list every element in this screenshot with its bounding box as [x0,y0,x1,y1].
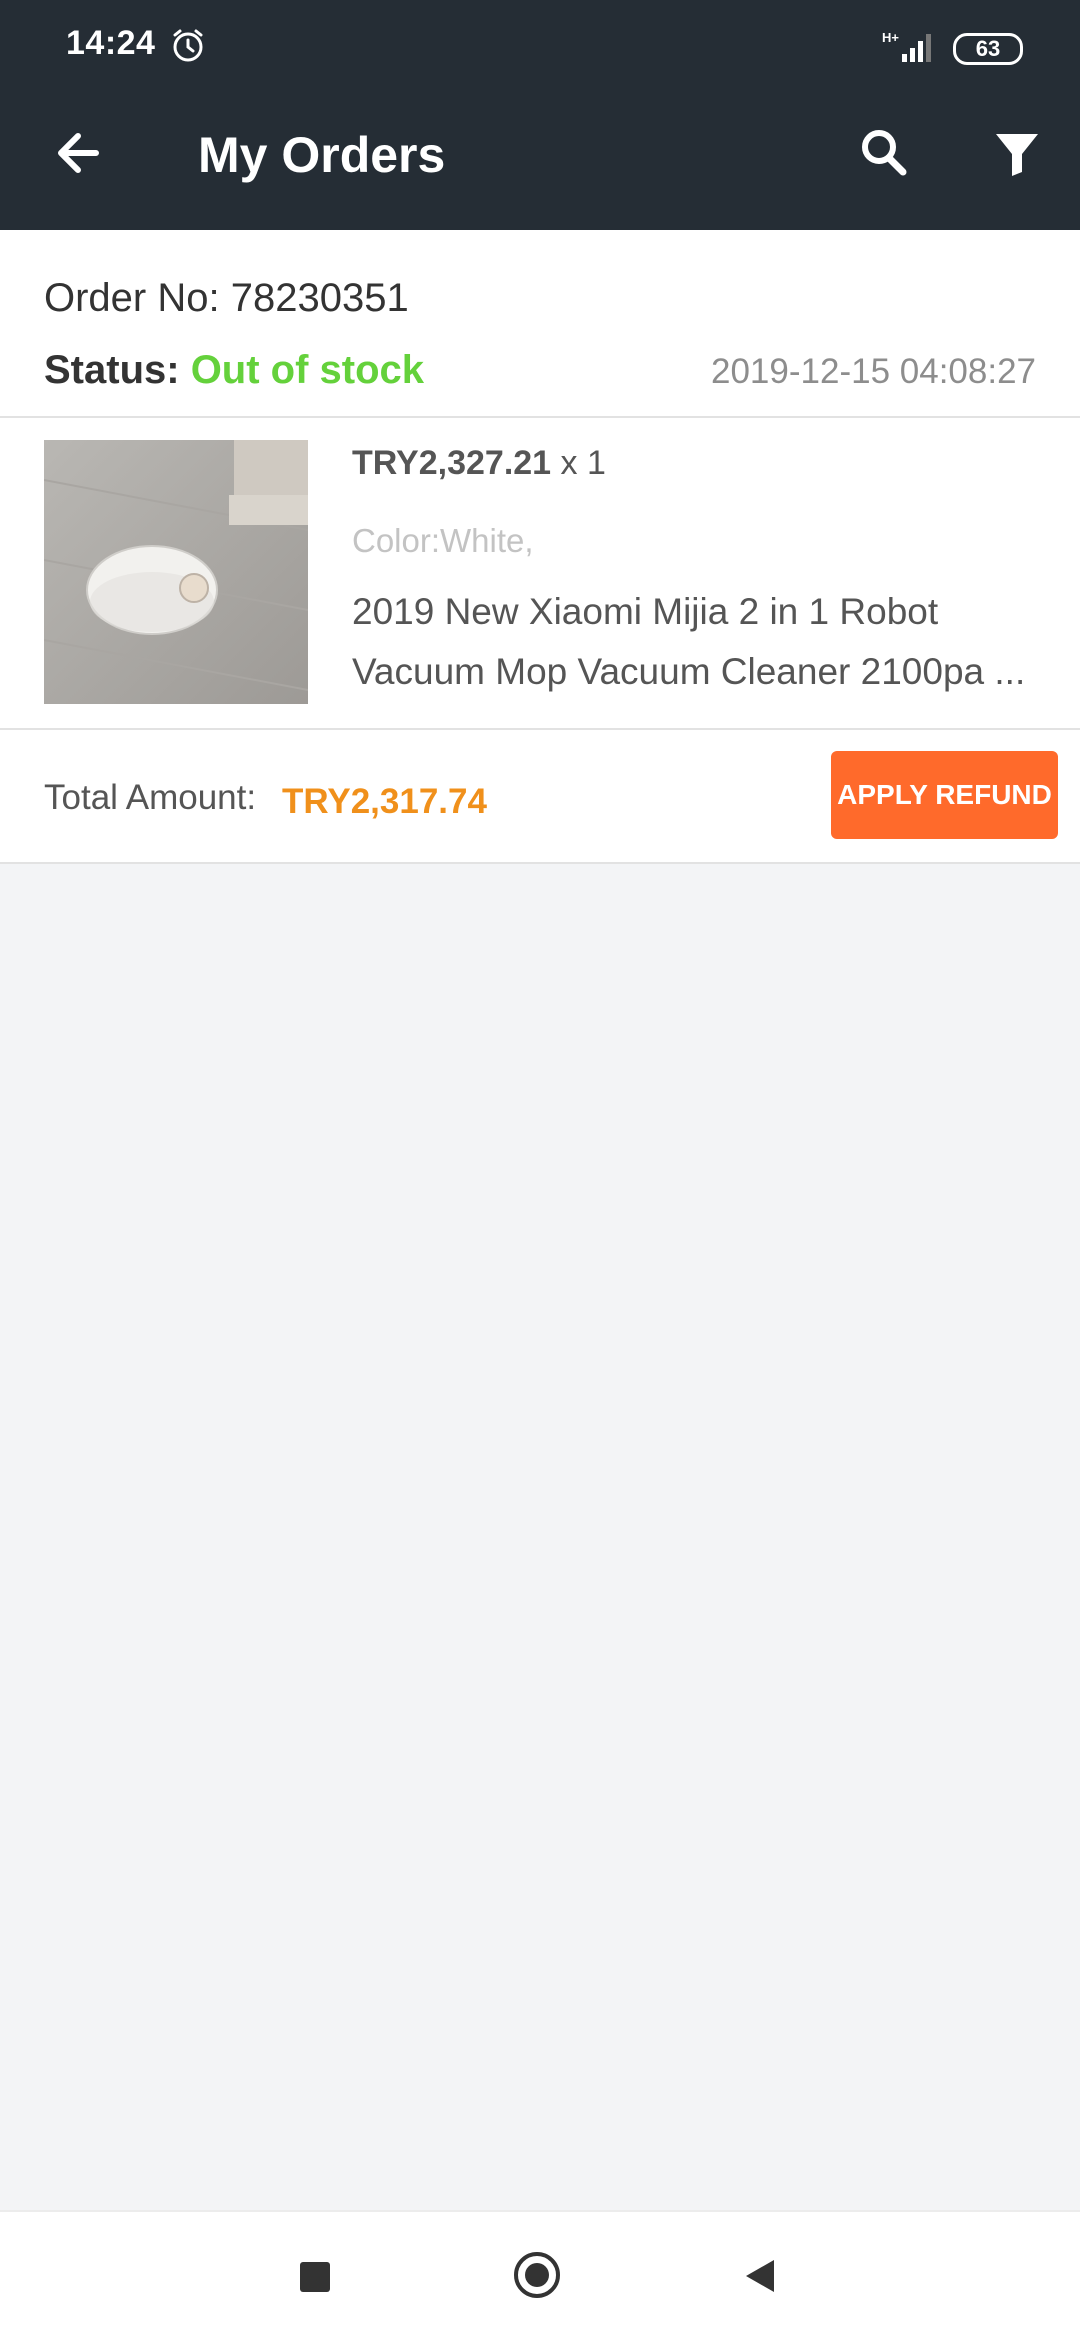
signal-icon: H+ [882,30,931,62]
status-value: Out of stock [190,348,425,392]
product-image[interactable] [44,440,308,704]
order-status: Status: Out of stock [44,348,424,393]
alarm-icon [173,29,203,62]
item-color: Color:White, [352,522,534,559]
filter-icon[interactable] [978,114,1056,192]
item-price-line: TRY2,327.21 x 1 [352,444,606,483]
back-icon[interactable] [740,2256,780,2296]
navigation-bar [0,2210,1080,2342]
status-time: 14:24 [66,24,156,62]
page-title: My Orders [198,127,446,183]
total-amount-value: TRY2,317.74 [282,782,487,821]
total-amount-label: Total Amount: [44,778,257,817]
product-name[interactable]: 2019 New Xiaomi Mijia 2 in 1 Robot Vacuu… [352,582,1042,702]
back-arrow-icon[interactable] [40,114,118,192]
app-bar: My Orders [0,76,1080,230]
network-type-label: H+ [882,30,899,45]
item-price: TRY2,327.21 [352,444,552,482]
status-bar: 14:24 H+ 63 [0,0,1080,76]
item-quantity: x 1 [551,444,606,482]
order-card[interactable]: Order No: 78230351 Status: Out of stock … [0,230,1080,864]
home-icon-dot [525,2263,549,2287]
home-icon[interactable] [514,2252,560,2298]
recent-apps-icon[interactable] [300,2262,330,2292]
battery-icon: 63 [953,33,1023,65]
order-item[interactable]: TRY2,327.21 x 1 Color:White, 2019 New Xi… [0,418,1080,730]
status-label: Status: [44,348,191,392]
order-date: 2019-12-15 04:08:27 [711,352,1036,391]
battery-level: 63 [975,36,1001,61]
total-row: Total Amount: TRY2,317.74 APPLY REFUND [0,730,1080,864]
apply-refund-button[interactable]: APPLY REFUND [831,751,1058,839]
order-number: Order No: 78230351 [44,276,409,320]
search-icon[interactable] [845,114,923,192]
order-header: Order No: 78230351 Status: Out of stock … [0,230,1080,418]
